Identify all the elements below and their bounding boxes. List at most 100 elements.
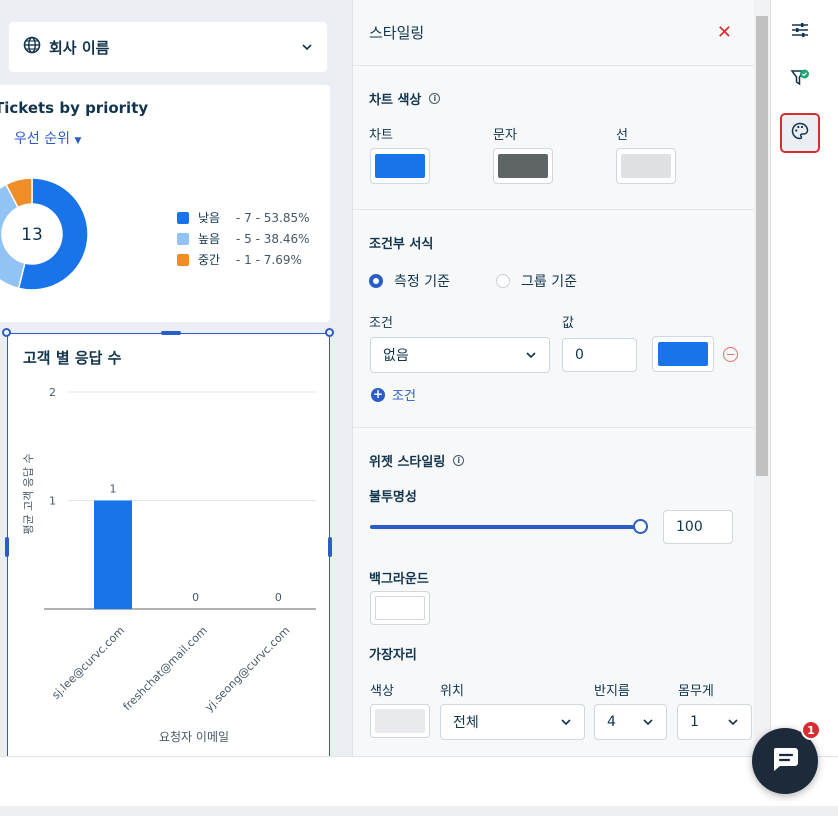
border-color-swatch	[375, 709, 425, 733]
chevron-down-icon	[727, 716, 739, 729]
conditional-format-title: 조건부 서식	[369, 237, 434, 252]
resize-handle-top-left[interactable]	[2, 328, 11, 337]
border-position-value: 전체	[453, 715, 479, 731]
condition-select-value: 없음	[383, 348, 409, 364]
panel-scrollbar[interactable]	[754, 0, 770, 756]
legend-label: 높음	[198, 232, 221, 246]
chevron-down-icon	[525, 349, 537, 362]
conditional-format-section: 조건부 서식 측정 기준 그룹 기준 조건 값 없음 0 + 조건	[353, 210, 754, 428]
widget-styling-title: 위젯 스타일링	[369, 455, 446, 470]
widget-styling-heading: 위젯 스타일링 i	[369, 451, 465, 470]
priority-group-dropdown[interactable]: 우선 순위 ▼	[14, 128, 81, 148]
condition-color-picker[interactable]	[652, 336, 714, 372]
legend-item[interactable]: 중간 - 1 - 7.69%	[177, 249, 310, 270]
bar-value-label: 0	[275, 591, 282, 604]
pie-widget-title: Tickets by priority	[0, 99, 149, 117]
condition-select[interactable]: 없음	[370, 337, 550, 373]
close-icon[interactable]: ✕	[717, 22, 732, 43]
priority-group-label: 우선 순위	[14, 131, 70, 147]
radio-measure-basis[interactable]: 측정 기준	[369, 271, 450, 291]
border-weight-select[interactable]: 1	[677, 704, 752, 740]
condition-value-input[interactable]: 0	[562, 338, 637, 372]
add-condition-label: 조건	[392, 389, 416, 404]
resize-handle-left[interactable]	[5, 537, 9, 557]
radio-unselected-icon	[496, 274, 510, 288]
border-weight-value: 1	[690, 714, 699, 730]
value-label: 값	[562, 316, 574, 331]
radio-group-basis[interactable]: 그룹 기준	[496, 271, 577, 291]
styling-panel-title: 스타일링	[369, 24, 425, 42]
styling-button[interactable]	[780, 113, 820, 153]
border-color-label: 색상	[370, 684, 394, 699]
chart-colors-title: 차트 색상	[369, 93, 422, 108]
x-axis-title: 요청자 이메일	[159, 730, 229, 744]
border-color-picker[interactable]	[370, 704, 430, 738]
chevron-down-icon	[301, 40, 313, 55]
chart-color-picker[interactable]	[370, 148, 430, 184]
chart-colors-section: 차트 색상 i 차트 문자 선	[353, 66, 754, 210]
background-color-picker[interactable]	[370, 591, 430, 625]
legend-label: 중간	[198, 253, 221, 267]
styling-panel-header: 스타일링 ✕	[353, 0, 754, 66]
bottom-strip	[0, 806, 838, 816]
chevron-down-icon	[642, 716, 654, 729]
legend-swatch	[177, 253, 189, 266]
pie-center-value: 13	[21, 225, 43, 245]
legend-item[interactable]: 높음 - 5 - 38.46%	[177, 228, 310, 249]
scrollbar-thumb[interactable]	[756, 16, 768, 476]
legend-detail: - 5 - 38.46%	[236, 231, 310, 246]
y-axis-title: 평균 고객 응답 수	[22, 453, 35, 534]
border-weight-label: 몸무게	[678, 684, 714, 699]
condition-label: 조건	[369, 316, 393, 331]
bar-value-label: 1	[110, 483, 117, 496]
bar-widget[interactable]: 고객 별 응답 수 1 2 1 sj.lee@curvc.com 0 freshchat@…	[7, 333, 330, 760]
legend-detail: - 1 - 7.69%	[236, 252, 302, 267]
x-tick-label: freshchat@mail.com	[121, 624, 210, 713]
border-radius-value: 4	[607, 714, 616, 730]
company-filter-label: 회사 이름	[49, 38, 110, 57]
legend-swatch	[177, 232, 189, 245]
pie-widget[interactable]: Tickets by priority 우선 순위 ▼ 13 낮음 - 7 - 5…	[0, 85, 330, 322]
legend-label: 낮음	[198, 211, 221, 225]
remove-condition-icon[interactable]	[723, 347, 738, 362]
border-radius-select[interactable]: 4	[594, 704, 667, 740]
border-position-select[interactable]: 전체	[440, 704, 585, 740]
y-tick-label: 1	[49, 495, 56, 508]
settings-sliders-button[interactable]	[782, 14, 818, 50]
border-radius-label: 반지름	[594, 684, 630, 699]
line-color-picker[interactable]	[616, 148, 676, 184]
legend-item[interactable]: 낮음 - 7 - 53.85%	[177, 207, 310, 228]
opacity-slider-track[interactable]	[370, 525, 640, 529]
dashboard-canvas: 회사 이름 Tickets by priority 우선 순위 ▼ 13 낮음 -…	[0, 0, 352, 760]
sliders-icon	[791, 22, 809, 42]
chat-notification-badge: 1	[801, 720, 821, 740]
resize-handle-right[interactable]	[328, 537, 332, 557]
line-color-label: 선	[616, 128, 628, 143]
add-condition-button[interactable]: + 조건	[371, 385, 416, 404]
bar-sj.lee@curvc.com[interactable]	[94, 500, 132, 610]
bar-chart: 1 2 1 sj.lee@curvc.com 0 freshchat@mail.com 0 y…	[22, 386, 316, 744]
radio-group-label: 그룹 기준	[521, 274, 577, 290]
company-filter-dropdown[interactable]: 회사 이름	[9, 22, 327, 72]
radio-measure-label: 측정 기준	[394, 274, 450, 290]
condition-color-swatch	[658, 342, 708, 366]
text-color-picker[interactable]	[493, 148, 553, 184]
opacity-input[interactable]: 100	[663, 510, 733, 544]
resize-handle-top[interactable]	[161, 331, 181, 335]
info-icon[interactable]: i	[429, 93, 441, 104]
info-icon[interactable]: i	[453, 455, 465, 466]
border-position-label: 위치	[440, 684, 464, 699]
opacity-slider-thumb[interactable]	[633, 519, 648, 534]
widget-styling-section: 위젯 스타일링 i 불투명성 100 백그라운드 가장자리 색상 위치 반지름 …	[353, 428, 754, 756]
palette-icon	[791, 122, 809, 144]
caret-down-icon: ▼	[74, 136, 82, 146]
globe-icon	[23, 36, 41, 58]
text-color-label: 문자	[493, 128, 517, 143]
filter-button[interactable]	[782, 62, 818, 98]
styling-panel: 스타일링 ✕ 차트 색상 i 차트 문자 선 조건부 서식 측정 기준 그룹 기…	[352, 0, 754, 756]
resize-handle-top-right[interactable]	[325, 328, 334, 337]
border-title: 가장자리	[369, 648, 417, 663]
chart-color-label: 차트	[369, 128, 393, 143]
radio-selected-icon	[369, 274, 383, 288]
bar-value-label: 0	[192, 591, 199, 604]
